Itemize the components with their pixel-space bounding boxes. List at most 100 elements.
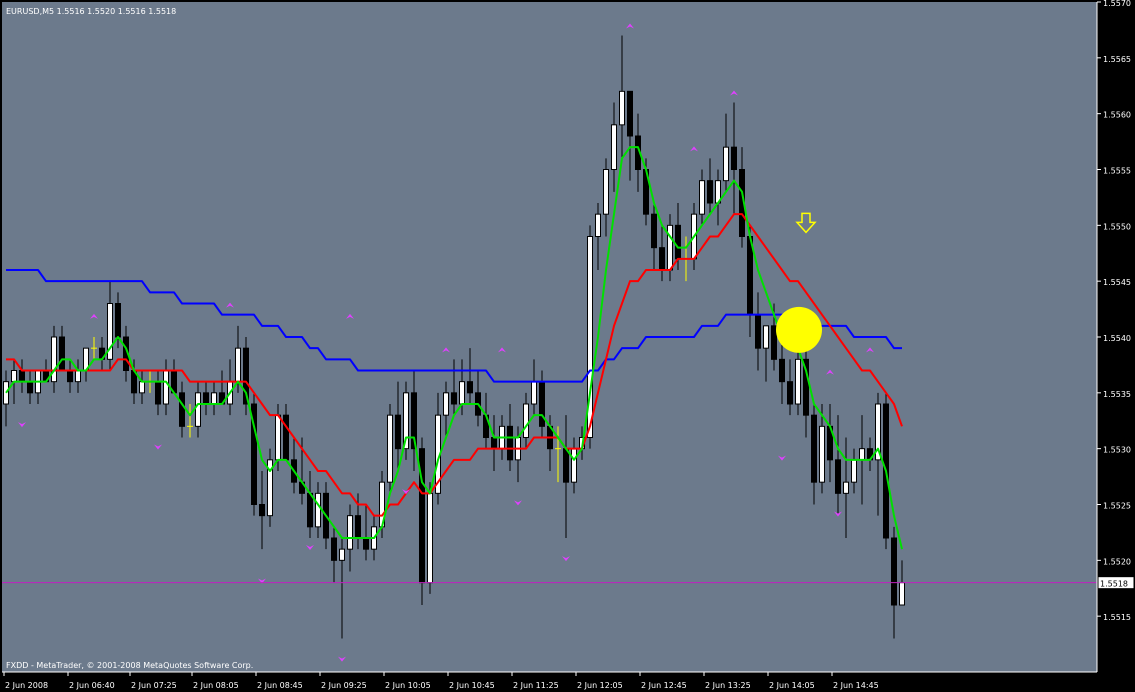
candle-body	[75, 370, 81, 383]
candle-body	[603, 169, 609, 215]
candle-body	[667, 224, 673, 271]
candle-body	[675, 224, 681, 260]
price-tick-label: 1.5520	[1103, 557, 1131, 566]
candle-body	[27, 381, 33, 394]
candle-body	[787, 381, 793, 405]
time-tick-label: 2 Jun 12:05	[577, 681, 623, 690]
candle-body	[627, 90, 633, 137]
candle-body	[771, 325, 777, 360]
candle-body	[699, 180, 705, 215]
price-tick-label: 1.5570	[1103, 0, 1131, 8]
candle-body	[723, 146, 729, 182]
candle-body	[795, 358, 801, 405]
time-tick-label: 2 Jun 06:40	[69, 681, 115, 690]
chart-window: 1.5515 1.5520 1.5525 1.5530 1.5535 1.5540 1.55…	[0, 0, 1135, 692]
candle-body	[51, 336, 57, 383]
price-tick-label: 1.5540	[1103, 334, 1131, 343]
candle-body	[195, 392, 201, 427]
time-tick-label: 2 Jun 09:25	[321, 681, 367, 690]
plot-area	[2, 2, 1097, 672]
candle-body	[851, 459, 857, 483]
candle-body	[331, 537, 337, 561]
time-tick-label: 2 Jun 08:05	[193, 681, 239, 690]
candle-body	[467, 381, 473, 394]
candle-body	[531, 381, 537, 405]
candle-body	[155, 381, 161, 405]
candle-body	[275, 414, 281, 461]
candle	[251, 392, 257, 516]
candle	[267, 448, 273, 527]
time-tick-label: 2 Jun 12:45	[641, 681, 687, 690]
candle-body	[755, 314, 761, 349]
candle-body	[747, 236, 753, 316]
price-tick-label: 1.5525	[1103, 502, 1131, 511]
time-tick-label: 2 Jun 10:45	[449, 681, 495, 690]
candle	[387, 404, 393, 494]
candle-body	[659, 247, 665, 271]
price-tick-label: 1.5565	[1103, 55, 1131, 64]
candle-body	[19, 370, 25, 383]
candle-body	[763, 325, 769, 349]
candle-body	[523, 403, 529, 438]
highlight-circle	[776, 306, 822, 353]
candle-body	[139, 381, 145, 394]
price-tick-label: 1.5560	[1103, 111, 1131, 120]
candle-body	[611, 124, 617, 171]
price-tick-label: 1.5515	[1103, 613, 1131, 622]
candle-body	[211, 392, 217, 405]
candle-body	[363, 537, 369, 550]
candle-body	[443, 392, 449, 416]
candle	[419, 437, 425, 605]
candle-body	[835, 459, 841, 494]
candle	[427, 482, 433, 594]
candle-body	[459, 381, 465, 405]
candle-body	[891, 537, 897, 606]
time-tick-label: 2 Jun 11:25	[513, 681, 559, 690]
candle-body	[283, 414, 289, 461]
candle-body	[179, 392, 185, 427]
time-tick-label: 2 Jun 14:05	[769, 681, 815, 690]
candle-body	[339, 548, 345, 561]
candle-body	[427, 492, 433, 584]
candle-body	[235, 347, 241, 383]
candle-body	[315, 492, 321, 528]
candle-body	[59, 336, 65, 371]
time-tick-label: 2 Jun 13:25	[705, 681, 751, 690]
candle-body	[507, 425, 513, 461]
candle-body	[11, 370, 17, 383]
time-tick-label: 2 Jun 2008	[5, 681, 48, 690]
price-axis: 1.5515 1.5520 1.5525 1.5530 1.5535 1.5540 1.55…	[1097, 0, 1131, 622]
candle-body	[899, 582, 905, 606]
price-tick-label: 1.5530	[1103, 446, 1131, 455]
price-tick-label: 1.5535	[1103, 390, 1131, 399]
candle-body	[731, 146, 737, 171]
candle-body	[571, 448, 577, 483]
candle-body	[859, 448, 865, 461]
time-tick-label: 2 Jun 14:45	[833, 681, 879, 690]
candle-body	[395, 414, 401, 450]
time-tick-label: 2 Jun 08:45	[257, 681, 303, 690]
time-axis: 2 Jun 2008 2 Jun 06:40 2 Jun 07:25 2 Jun 08…	[3, 672, 879, 690]
candle-body	[539, 381, 545, 427]
time-tick-label: 2 Jun 07:25	[131, 681, 177, 690]
candle-body	[115, 303, 121, 338]
price-tick-label: 1.5550	[1103, 222, 1131, 231]
candle-body	[811, 414, 817, 483]
chart-header: EURUSD,M5 1.5516 1.5520 1.5516 1.5518	[6, 7, 176, 16]
price-tick-label: 1.5555	[1103, 167, 1131, 176]
candle-body	[355, 515, 361, 539]
price-chart[interactable]: 1.5515 1.5520 1.5525 1.5530 1.5535 1.5540 1.55…	[0, 0, 1135, 692]
candle-body	[347, 515, 353, 550]
candle-body	[595, 213, 601, 238]
candle-body	[651, 213, 657, 249]
candle-body	[307, 492, 313, 528]
time-tick-label: 2 Jun 10:05	[385, 681, 431, 690]
candle-body	[259, 504, 265, 517]
candle-body	[203, 392, 209, 405]
candle-body	[387, 414, 393, 483]
price-tick-label: 1.5545	[1103, 278, 1131, 287]
candle-body	[707, 180, 713, 204]
candle-body	[563, 448, 569, 483]
candle-body	[67, 370, 73, 383]
candle-body	[619, 90, 625, 126]
